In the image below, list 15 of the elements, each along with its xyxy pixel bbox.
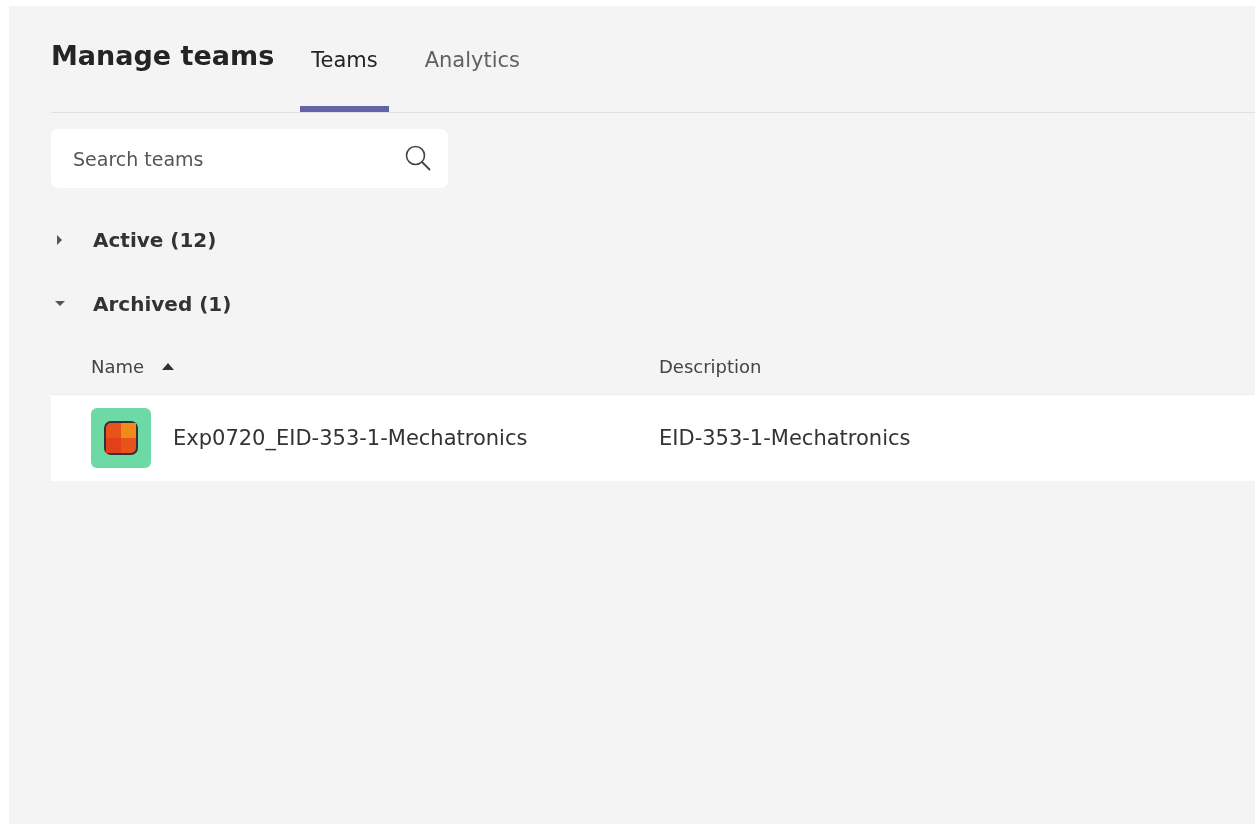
team-description: EID-353-1-Mechatronics bbox=[659, 426, 911, 450]
search-icon bbox=[404, 144, 432, 172]
group-toggle[interactable]: Archived (1) bbox=[51, 292, 232, 316]
team-avatar-icon bbox=[91, 408, 151, 468]
tab[interactable]: Analytics bbox=[413, 40, 532, 112]
column-header[interactable]: Description bbox=[659, 355, 762, 377]
search-field[interactable]: Search teams bbox=[51, 129, 448, 188]
group-label: Active (12) bbox=[93, 228, 217, 252]
page-title: Manage teams bbox=[51, 40, 275, 71]
group-label: Archived (1) bbox=[93, 292, 232, 316]
team-name: Exp0720_EID-353-1-Mechatronics bbox=[173, 426, 528, 450]
tab[interactable]: Teams bbox=[300, 40, 389, 112]
team-row[interactable]: Exp0720_EID-353-1-Mechatronics EID-353-1-Mechatronics bbox=[51, 394, 1255, 481]
group-toggle[interactable]: Active (12) bbox=[51, 228, 217, 252]
column-header[interactable]: Name bbox=[91, 355, 145, 377]
